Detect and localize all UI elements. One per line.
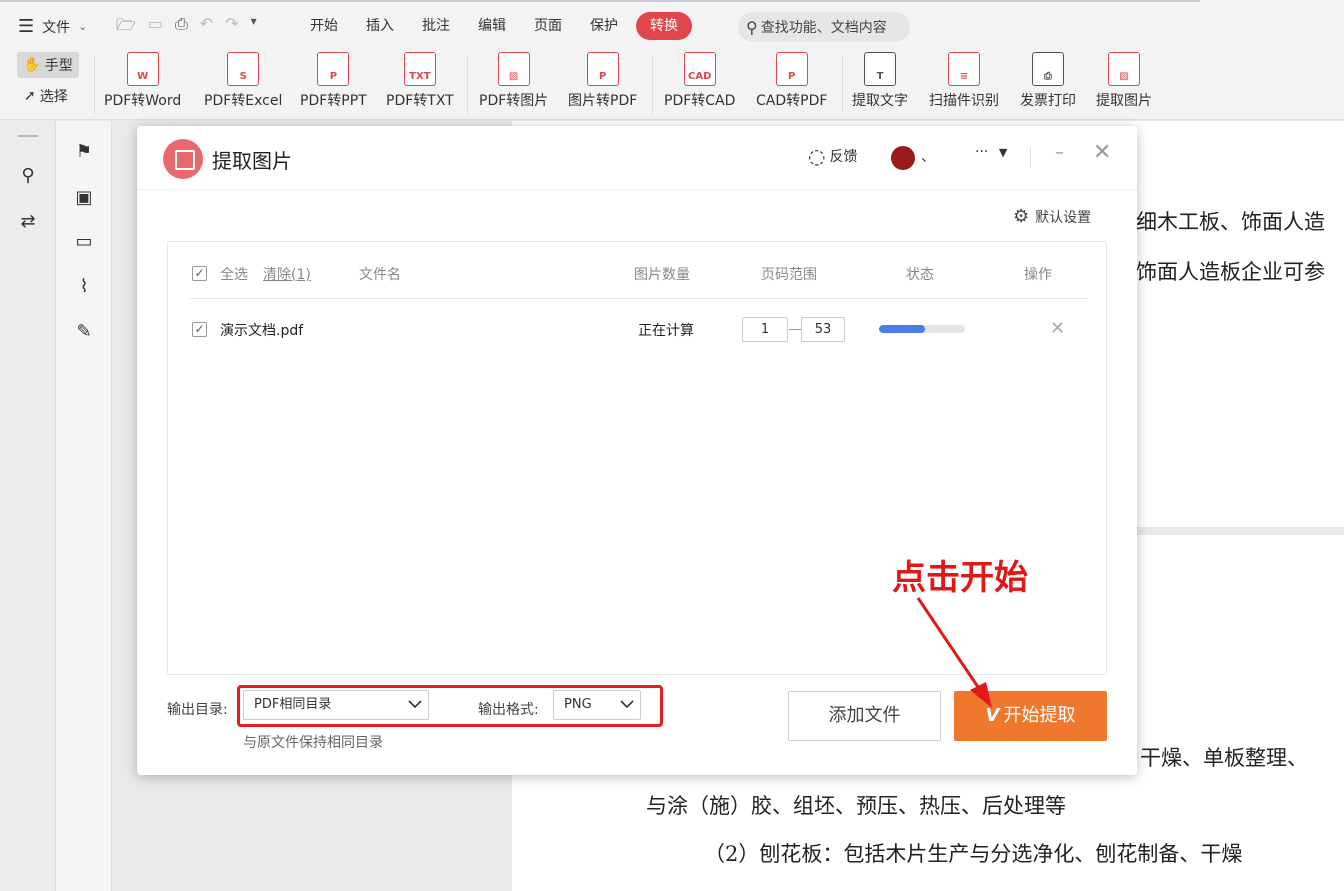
annotation-arrow — [916, 597, 992, 708]
